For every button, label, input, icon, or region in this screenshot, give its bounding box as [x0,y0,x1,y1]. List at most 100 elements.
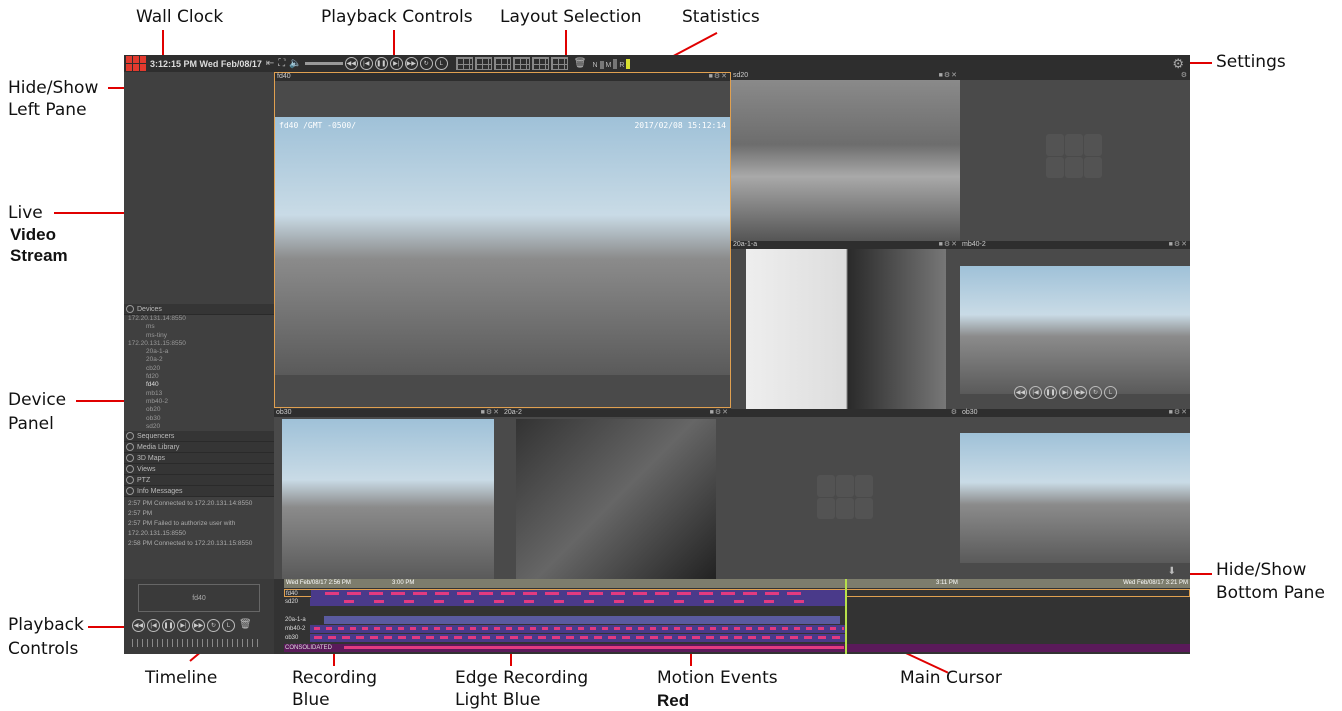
tile-20a-2[interactable]: 20a-2 ■⚙✕ [502,409,731,579]
pause-button[interactable]: ❚❚ [162,619,175,632]
tile-controls[interactable]: ■⚙✕ [1169,409,1188,417]
media-library-panel-header[interactable]: Media Library [124,442,274,454]
layout-1x1[interactable] [455,57,473,70]
callout-hide-show: Hide/Show [8,78,99,98]
callout-red: Red [657,691,690,710]
video-stream[interactable] [960,266,1190,394]
step-back-button[interactable]: |◀ [1029,386,1042,399]
timeline-start-label: Wed Feb/08/17 2:56 PM [286,580,351,586]
device-server-2[interactable]: 172.20.131.15:8550 [128,340,274,348]
speed-scale[interactable] [132,639,262,647]
track-consolidated[interactable]: CONSOLIDATED [284,644,1190,652]
live-button[interactable]: L [222,619,235,632]
rewind-button[interactable]: ◀◀ [344,57,358,70]
empty-tile-placeholder-icon [817,475,873,519]
video-stream[interactable] [746,249,946,409]
devices-panel-header[interactable]: Devices [124,304,274,315]
track-sd20[interactable]: sd20 [284,598,1190,606]
device-ob30[interactable]: ob30 [128,415,274,423]
device-ms-tiny[interactable]: ms-tiny [128,332,274,340]
tile-empty-bottom-middle[interactable]: ⚙ [731,409,960,579]
live-button[interactable]: L [434,57,448,70]
timeline[interactable]: Wed Feb/08/17 2:56 PM 3:00 PM 3:11 PM We… [284,579,1190,654]
collapse-icon [126,305,134,313]
device-20a-1-a[interactable]: 20a-1-a [128,348,274,356]
live-video-stream[interactable]: fd40 /GMT -0500/ 2017/02/08 15:12:14 [275,117,730,375]
tile-controls[interactable]: ■⚙✕ [939,241,958,249]
hide-left-pane-icon[interactable]: ⇤ [266,58,274,69]
device-ob20[interactable]: ob20 [128,406,274,414]
volume-icon[interactable]: 🔈 [289,58,301,69]
osd-timestamp: 2017/02/08 15:12:14 [634,121,726,130]
callout-video: Video [10,225,56,244]
rewind-button[interactable]: ◀◀ [1014,386,1027,399]
device-fd20[interactable]: fd20 [128,373,274,381]
expand-icon [126,476,134,485]
rewind-button[interactable]: ◀◀ [132,619,145,632]
tile-controls[interactable]: ■⚙✕ [709,73,728,81]
track-label: sd20 [285,599,299,605]
tile-controls[interactable]: ■⚙✕ [939,72,958,80]
tile-controls[interactable]: ■⚙✕ [481,409,500,417]
tile-controls[interactable]: ■⚙✕ [710,409,729,417]
pause-button[interactable]: ❚❚ [1044,386,1057,399]
step-forward-button[interactable]: ▶| [389,57,403,70]
views-panel-header[interactable]: Views [124,464,274,476]
tile-controls[interactable]: ■⚙✕ [1169,241,1188,249]
trash-icon[interactable]: 🗑 [574,58,587,69]
trash-icon[interactable]: 🗑 [239,619,252,632]
track-fd40[interactable]: fd40 [284,589,1190,598]
layout-2x2[interactable] [474,57,492,70]
tile-controls[interactable]: ⚙ [951,409,958,417]
video-stream[interactable] [516,419,716,579]
info-messages-panel-header[interactable]: Info Messages [124,486,274,498]
settings-gear-icon[interactable]: ⚙ [1172,56,1184,72]
ptz-panel-header[interactable]: PTZ [124,475,274,487]
motion-event [344,646,844,649]
step-back-button[interactable]: |◀ [359,57,373,70]
tile-empty-top-right[interactable]: ⚙ [960,72,1190,241]
pause-button[interactable]: ❚❚ [374,57,388,70]
loop-button[interactable]: ↻ [419,57,433,70]
video-stream[interactable] [960,433,1190,563]
tile-20a-1-a[interactable]: 20a-1-a ■⚙✕ [731,241,960,409]
track-ob30[interactable]: ob30 [284,634,1190,642]
device-sd20[interactable]: sd20 [128,423,274,431]
device-mb40-2[interactable]: mb40-2 [128,398,274,406]
tile-sd20[interactable]: sd20 ■⚙✕ [731,72,960,241]
device-server-1[interactable]: 172.20.131.14:8550 [128,315,274,323]
layout-1-plus-5[interactable] [512,57,530,70]
volume-slider[interactable] [304,62,343,65]
device-mb13[interactable]: mb13 [128,390,274,398]
sequencers-panel-header[interactable]: Sequencers [124,431,274,443]
tile-fd40[interactable]: fd40 ■⚙✕ fd40 /GMT -0500/ 2017/02/08 15:1… [274,72,731,408]
3d-maps-panel-header[interactable]: 3D Maps [124,453,274,465]
loop-button[interactable]: ↻ [1089,386,1102,399]
fast-forward-button[interactable]: ▶▶ [192,619,205,632]
layout-5x5[interactable] [550,57,568,70]
track-mb40-2[interactable]: mb40-2 [284,625,1190,633]
video-stream[interactable] [731,80,960,241]
device-ms[interactable]: ms [128,323,274,331]
step-forward-button[interactable]: ▶| [177,619,190,632]
device-20a-2[interactable]: 20a-2 [128,356,274,364]
fast-forward-button[interactable]: ▶▶ [1074,386,1087,399]
hide-bottom-pane-icon[interactable]: ⬇ [1168,566,1176,577]
tile-ob30[interactable]: ob30 ■⚙✕ [274,409,502,579]
device-cb20[interactable]: cb20 [128,365,274,373]
device-fd40[interactable]: fd40 [128,381,274,389]
fullscreen-icon[interactable]: ⛶ [278,58,285,69]
loop-button[interactable]: ↻ [207,619,220,632]
track-20a-1-a[interactable]: 20a-1-a [284,616,1190,624]
tile-ob30-b[interactable]: ob30 ■⚙✕ ⬇ [960,409,1190,579]
step-forward-button[interactable]: ▶| [1059,386,1072,399]
tile-mb40-2[interactable]: mb40-2 ■⚙✕ ◀◀ |◀ ❚❚ ▶| ▶▶ ↻ L [960,241,1190,409]
layout-4x4[interactable] [531,57,549,70]
live-button[interactable]: L [1104,386,1117,399]
fast-forward-button[interactable]: ▶▶ [404,57,418,70]
main-cursor[interactable] [845,579,847,654]
step-back-button[interactable]: |◀ [147,619,160,632]
video-stream[interactable] [282,419,494,579]
layout-3x3[interactable] [493,57,511,70]
tile-controls[interactable]: ⚙ [1181,72,1188,80]
